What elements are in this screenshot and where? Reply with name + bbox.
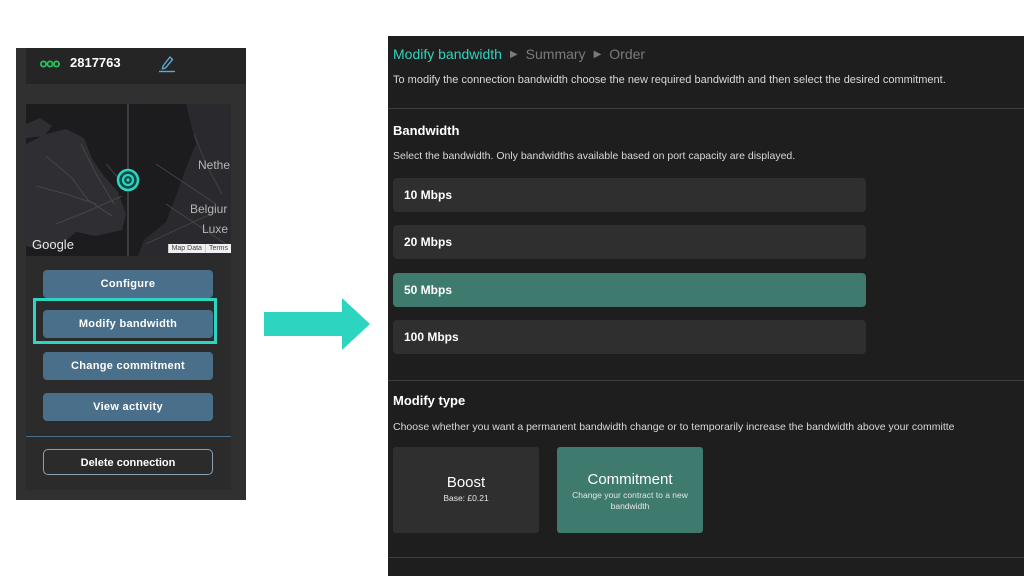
location-map[interactable]: Nethe Belgiur Luxe Google Map Data Terms	[26, 104, 231, 256]
change-commitment-button[interactable]: Change commitment	[43, 352, 213, 380]
connection-panel: 2817763 Nethe Belgiur Luxe Google Map Da…	[16, 48, 246, 500]
map-attribution: Map Data Terms	[167, 244, 231, 253]
breadcrumb-step-order[interactable]: Order	[609, 46, 645, 62]
bandwidth-description: Select the bandwidth. Only bandwidths av…	[393, 150, 796, 162]
infinity-logo	[40, 60, 60, 68]
bandwidth-option-50[interactable]: 50 Mbps	[393, 273, 866, 307]
boost-option-card[interactable]: Boost Base: £0.21	[393, 447, 539, 533]
commitment-option-card[interactable]: Commitment Change your contract to a new…	[557, 447, 703, 533]
pencil-icon[interactable]	[158, 53, 176, 73]
map-label: Luxe	[202, 222, 229, 236]
map-data-link[interactable]: Map Data	[167, 244, 205, 253]
terms-link[interactable]: Terms	[204, 244, 231, 253]
bandwidth-option-10[interactable]: 10 Mbps	[393, 178, 866, 212]
bandwidth-option-20[interactable]: 20 Mbps	[393, 225, 866, 259]
modify-bandwidth-panel: Modify bandwidth ▶ Summary ▶ Order To mo…	[388, 36, 1024, 576]
bandwidth-heading: Bandwidth	[393, 123, 460, 138]
connection-id: 2817763	[70, 55, 121, 70]
intro-text: To modify the connection bandwidth choos…	[393, 74, 946, 86]
map-label: Nethe	[198, 158, 231, 172]
view-activity-button[interactable]: View activity	[43, 393, 213, 421]
divider	[388, 108, 1024, 109]
triangle-right-icon: ▶	[593, 48, 602, 60]
breadcrumb: Modify bandwidth ▶ Summary ▶ Order	[393, 46, 645, 62]
commitment-title: Commitment	[587, 471, 673, 488]
configure-button[interactable]: Configure	[43, 270, 213, 298]
highlight-frame	[33, 298, 217, 344]
boost-title: Boost	[446, 474, 486, 491]
divider	[388, 557, 1024, 558]
modify-type-heading: Modify type	[393, 393, 466, 408]
divider	[388, 380, 1024, 381]
location-target-icon[interactable]	[116, 168, 140, 192]
google-logo: Google	[32, 237, 74, 252]
right-arrow-icon	[264, 298, 370, 350]
connection-actions: Configure Modify bandwidth Change commit…	[26, 256, 231, 490]
breadcrumb-step-modify[interactable]: Modify bandwidth	[393, 46, 502, 62]
triangle-right-icon: ▶	[509, 48, 518, 60]
connection-header: 2817763	[26, 48, 246, 84]
delete-connection-button[interactable]: Delete connection	[43, 449, 213, 475]
boost-price: Base: £0.21	[443, 493, 489, 503]
modify-type-description: Choose whether you want a permanent band…	[393, 421, 955, 433]
breadcrumb-step-summary[interactable]: Summary	[526, 46, 586, 62]
commitment-subtitle: Change your contract to a new bandwidth	[572, 490, 688, 511]
map-label: Belgiur	[190, 202, 228, 216]
bandwidth-option-100[interactable]: 100 Mbps	[393, 320, 866, 354]
divider	[26, 436, 231, 437]
